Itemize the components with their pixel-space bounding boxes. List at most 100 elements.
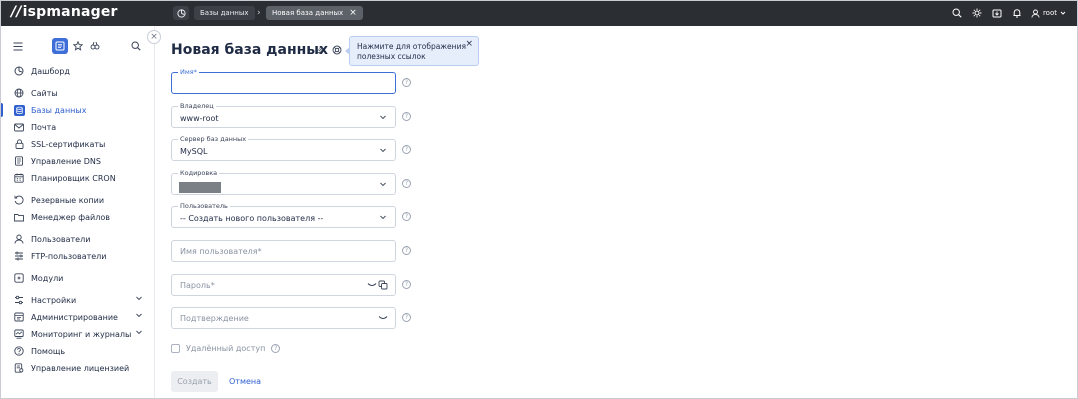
confirm-help-icon[interactable]: ? <box>402 313 411 322</box>
user-menu[interactable]: root <box>1027 9 1078 18</box>
search-icon[interactable] <box>947 0 967 26</box>
database-icon <box>13 104 25 116</box>
user-help-icon[interactable]: ? <box>402 212 411 221</box>
sidebar-item-monitoring[interactable]: Мониторинг и журналы <box>0 326 155 342</box>
close-icon: × <box>150 32 158 42</box>
dashboard-icon <box>13 65 25 77</box>
sidebar-item-settings[interactable]: Настройки <box>0 292 155 308</box>
password-placeholder: Пароль* <box>180 281 215 290</box>
menu-list-icon[interactable] <box>52 38 68 54</box>
sidebar-item-administration[interactable]: Администрирование <box>0 309 155 325</box>
app-logo[interactable]: //ispmanager <box>11 4 118 21</box>
close-icon[interactable]: × <box>465 39 473 50</box>
close-tab-icon[interactable]: × <box>349 6 357 20</box>
sidebar-item-label: Настройки <box>31 295 77 305</box>
sidebar-item-label: Дашборд <box>31 66 70 76</box>
name-label: Имя* <box>178 68 199 76</box>
sidebar-collapse-button[interactable]: × <box>147 30 161 44</box>
theme-icon[interactable] <box>967 0 987 26</box>
owner-select[interactable]: Владелец www-root <box>171 102 396 128</box>
remote-access-help-icon[interactable]: ? <box>271 344 281 353</box>
dns-icon <box>13 155 25 167</box>
folder-icon <box>13 211 25 223</box>
sidebar-item-label: Базы данных <box>31 105 87 115</box>
download-icon[interactable] <box>987 0 1007 26</box>
tooltip-text: Нажмите для отображения полезных ссылок <box>357 42 466 61</box>
sidebar-item-label: Управление лицензией <box>31 363 130 373</box>
remote-access-row: Удалённый доступ ? <box>171 344 281 353</box>
apps-icon[interactable] <box>87 38 103 54</box>
sidebar-item-label: Модули <box>31 273 64 283</box>
calendar-icon <box>13 172 25 184</box>
password-input[interactable]: Пароль* <box>171 274 396 296</box>
chevron-down-icon <box>136 330 142 335</box>
remote-access-checkbox[interactable] <box>171 344 180 353</box>
name-input[interactable]: Имя* <box>171 68 396 94</box>
help-links-icon[interactable] <box>331 44 343 56</box>
username-help-icon[interactable]: ? <box>402 246 411 255</box>
breadcrumb-new-database[interactable]: Новая база данных × <box>266 6 363 20</box>
encoding-help-icon[interactable]: ? <box>402 179 411 188</box>
backup-icon <box>13 194 25 206</box>
create-button[interactable]: Создать <box>171 371 218 392</box>
favorites-star-icon[interactable] <box>70 38 86 54</box>
sidebar-item-file-manager[interactable]: Менеджер файлов <box>0 209 155 225</box>
owner-label: Владелец <box>178 102 216 110</box>
top-bar: //ispmanager Базы данных › Новая база да… <box>0 0 1078 26</box>
db-server-help-icon[interactable]: ? <box>402 145 411 154</box>
generate-password-icon[interactable] <box>378 280 388 290</box>
owner-help-icon[interactable]: ? <box>402 112 411 121</box>
menu-toggle-icon[interactable] <box>10 38 26 54</box>
encoding-value-redacted <box>179 182 221 193</box>
sidebar-item-cron[interactable]: Планировщик CRON <box>0 170 155 186</box>
chevron-down-icon <box>380 182 386 187</box>
cancel-button[interactable]: Отмена <box>229 371 261 392</box>
bell-icon[interactable] <box>1007 0 1027 26</box>
sidebar-item-ssl[interactable]: SSL-сертификаты <box>0 136 155 152</box>
sidebar: Дашборд Сайты Базы данных Почта SSL-серт… <box>0 26 155 399</box>
chevron-down-icon <box>380 148 386 153</box>
name-help-icon[interactable]: ? <box>402 78 411 87</box>
lock-icon <box>13 138 25 150</box>
sidebar-item-help[interactable]: Помощь <box>0 343 155 359</box>
sidebar-item-databases[interactable]: Базы данных <box>0 102 155 118</box>
remote-access-label[interactable]: Удалённый доступ <box>186 344 265 353</box>
user-icon <box>1031 9 1040 18</box>
sidebar-item-modules[interactable]: Модули <box>0 270 155 286</box>
password-help-icon[interactable]: ? <box>402 280 411 289</box>
eye-closed-icon[interactable] <box>367 281 377 289</box>
sidebar-item-backups[interactable]: Резервные копии <box>0 192 155 208</box>
user-icon <box>13 233 25 245</box>
sidebar-item-mail[interactable]: Почта <box>0 119 155 135</box>
chevron-down-icon <box>380 215 386 220</box>
sidebar-search-icon[interactable] <box>128 38 144 54</box>
sidebar-item-label: Администрирование <box>31 312 118 322</box>
help-links-tooltip[interactable]: Нажмите для отображения полезных ссылок … <box>345 36 479 66</box>
sidebar-item-license[interactable]: Управление лицензией <box>0 360 155 376</box>
sidebar-item-label: Помощь <box>31 346 66 356</box>
confirm-placeholder: Подтверждение <box>180 314 249 323</box>
eye-closed-icon[interactable] <box>378 314 388 322</box>
sidebar-item-ftp-users[interactable]: FTP-пользователи <box>0 248 155 264</box>
ftp-icon <box>13 250 25 262</box>
chevron-down-icon <box>136 296 142 301</box>
confirm-password-input[interactable]: Подтверждение <box>171 307 396 329</box>
owner-value: www-root <box>180 114 219 123</box>
sidebar-item-dns[interactable]: Управление DNS <box>0 153 155 169</box>
sidebar-item-dashboard[interactable]: Дашборд <box>0 63 155 79</box>
username-input[interactable]: Имя пользователя* <box>171 240 396 262</box>
user-label: Пользователь <box>178 202 230 210</box>
breadcrumb-databases[interactable]: Базы данных <box>194 6 255 20</box>
user-select[interactable]: Пользователь -- Создать нового пользоват… <box>171 202 396 228</box>
db-server-value: MySQL <box>180 147 208 156</box>
sidebar-item-label: Почта <box>31 122 57 132</box>
sidebar-item-users[interactable]: Пользователи <box>0 231 155 247</box>
settings-icon <box>13 294 25 306</box>
sidebar-item-sites[interactable]: Сайты <box>0 85 155 101</box>
chevron-down-icon <box>136 313 142 318</box>
db-server-select[interactable]: Сервер баз данных MySQL <box>171 135 396 161</box>
link-icon[interactable] <box>314 44 326 56</box>
dashboard-crumb-button[interactable] <box>173 6 189 20</box>
license-icon <box>13 362 25 374</box>
encoding-select[interactable]: Кодировка <box>171 169 396 195</box>
